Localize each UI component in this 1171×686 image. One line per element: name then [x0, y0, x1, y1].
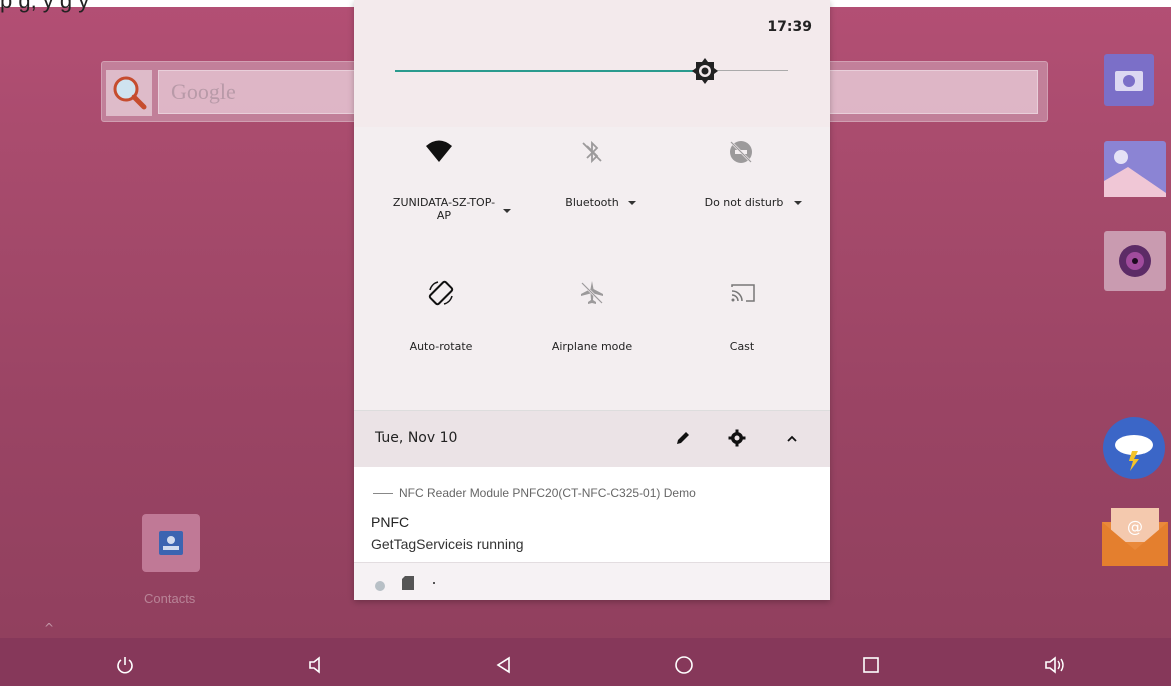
weather-app-icon[interactable]	[1101, 417, 1167, 479]
wifi-label-line1: ZUNIDATA-SZ-TOP-	[392, 196, 496, 209]
wifi-label-line2: AP	[436, 209, 452, 222]
airplane-icon[interactable]	[577, 278, 607, 308]
do-not-disturb-dropdown-icon[interactable]	[794, 201, 802, 205]
date-label: Tue, Nov 10	[375, 430, 458, 446]
navigation-bar	[0, 638, 1171, 686]
recents-icon[interactable]	[858, 652, 884, 678]
notification-title: PNFC	[371, 514, 410, 530]
settings-gear-icon[interactable]	[728, 429, 746, 451]
volume-down-icon[interactable]	[303, 652, 329, 678]
music-app-icon[interactable]	[1104, 231, 1166, 291]
brightness-slider-fill[interactable]	[395, 70, 706, 72]
home-icon[interactable]	[671, 652, 697, 678]
app-drawer-chevron-icon[interactable]: ^	[44, 621, 54, 635]
auto-rotate-icon[interactable]	[426, 278, 456, 308]
wifi-icon[interactable]	[424, 137, 454, 167]
quick-tiles: ZUNIDATA-SZ-TOP- AP Bluetooth Do not dis…	[354, 127, 830, 410]
collapse-chevron-icon[interactable]	[785, 431, 799, 450]
back-icon[interactable]	[491, 652, 517, 678]
airplane-mode-tile-label[interactable]: Airplane mode	[532, 340, 652, 353]
contacts-label: Contacts	[144, 591, 196, 606]
notification-dash	[373, 493, 393, 494]
nfc-status-icon	[374, 577, 386, 596]
bluetooth-dropdown-icon[interactable]	[628, 201, 636, 205]
status-icons-row	[354, 562, 830, 600]
auto-rotate-tile-label[interactable]: Auto-rotate	[381, 340, 501, 353]
status-clock: 17:39	[767, 19, 812, 35]
svg-text:@: @	[1127, 517, 1143, 536]
cast-icon[interactable]	[728, 278, 758, 308]
wifi-tile-label[interactable]: ZUNIDATA-SZ-TOP- AP	[374, 196, 514, 222]
camera-app-icon[interactable]	[1104, 54, 1154, 106]
notification-body: GetTagServiceis running	[371, 536, 524, 552]
panel-header: 17:39	[354, 0, 830, 127]
do-not-disturb-tile-label[interactable]: Do not disturb	[684, 196, 804, 209]
power-icon[interactable]	[112, 652, 138, 678]
overflow-dot-icon	[433, 582, 435, 584]
quick-settings-panel: 17:39 ZUNIDATA-SZ-TOP- AP Bluetooth Do n…	[354, 0, 830, 600]
edit-icon[interactable]	[674, 429, 692, 451]
do-not-disturb-icon[interactable]	[726, 137, 756, 167]
search-icon[interactable]	[106, 70, 152, 116]
wifi-dropdown-icon[interactable]	[503, 209, 511, 213]
brightness-icon[interactable]	[691, 57, 719, 85]
bluetooth-off-icon[interactable]	[577, 137, 607, 167]
cast-tile-label[interactable]: Cast	[682, 340, 802, 353]
nfc-notification[interactable]: NFC Reader Module PNFC20(CT-NFC-C325-01)…	[354, 467, 830, 562]
sim-card-icon	[402, 575, 414, 594]
contacts-app-icon[interactable]	[142, 514, 200, 572]
notification-app-name: NFC Reader Module PNFC20(CT-NFC-C325-01)…	[399, 486, 696, 500]
gallery-app-icon[interactable]	[1104, 141, 1166, 197]
cropped-caption: p g, y g y	[0, 0, 90, 13]
date-row: Tue, Nov 10	[354, 410, 830, 467]
volume-up-icon[interactable]	[1042, 652, 1068, 678]
email-app-icon[interactable]: @	[1102, 500, 1168, 566]
